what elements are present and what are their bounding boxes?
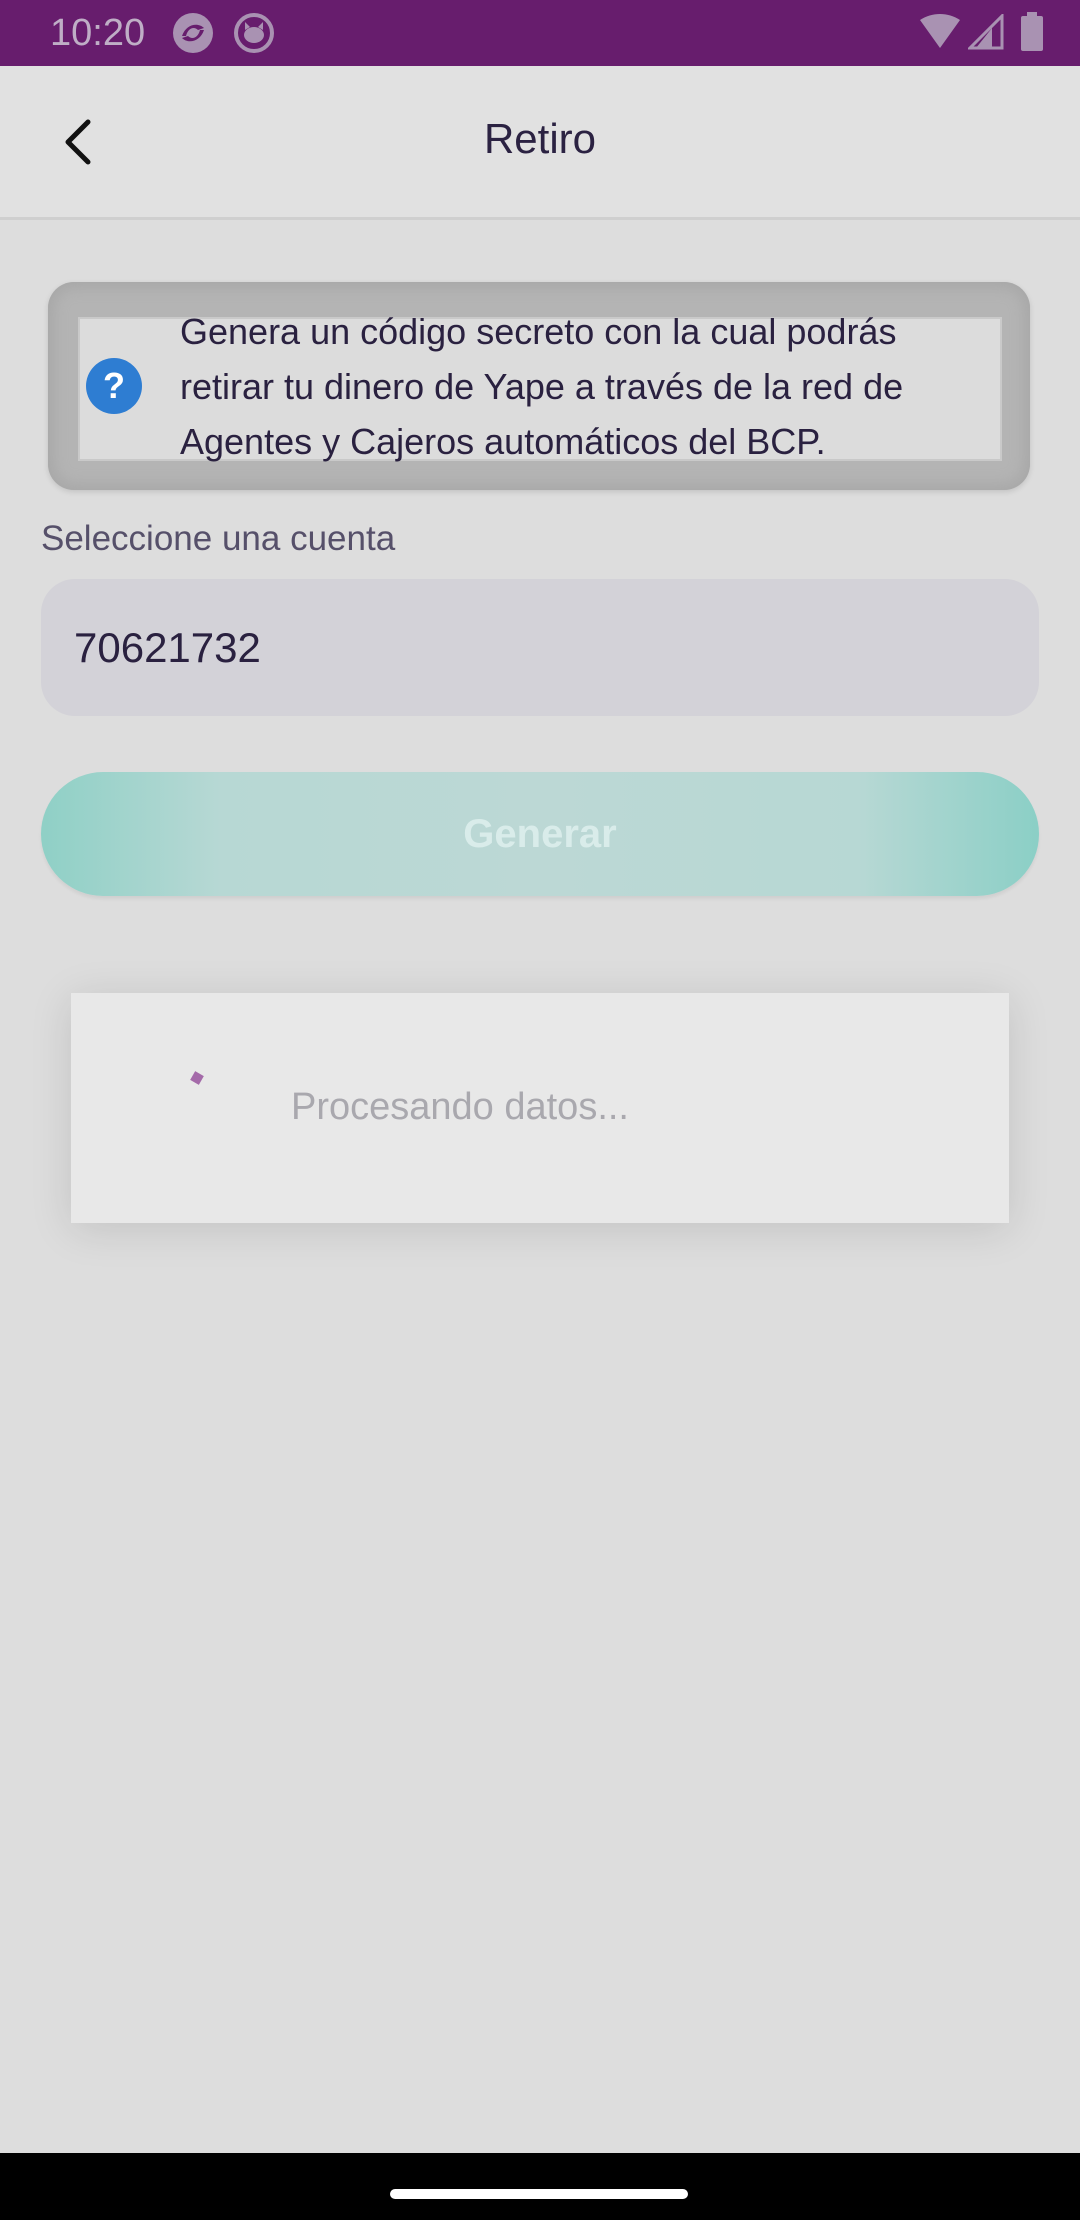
app-bar: Retiro [0,66,1080,220]
status-bar: 10:20 [0,0,1080,66]
signal-icon [968,14,1004,50]
github-notification-icon [233,12,275,54]
battery-icon [1021,12,1043,51]
account-select-label: Seleccione una cuenta [41,519,396,558]
loading-dialog: Procesando datos... [71,993,1009,1223]
status-time: 10:20 [50,12,146,54]
loading-text: Procesando datos... [291,1086,629,1128]
navigation-bar [0,2153,1080,2220]
page-title: Retiro [483,115,597,162]
account-select-value: 70621732 [74,624,261,671]
app-notification-icon [172,12,214,54]
home-indicator[interactable] [390,2189,688,2199]
help-icon[interactable]: ? [86,358,142,414]
loading-spinner [190,1071,204,1085]
account-select[interactable]: 70621732 [41,579,1039,716]
status-icons [860,0,1080,66]
generate-button[interactable]: Generar [41,772,1039,896]
info-text: Genera un código secreto con la cual pod… [180,311,904,462]
wifi-icon [920,14,960,48]
